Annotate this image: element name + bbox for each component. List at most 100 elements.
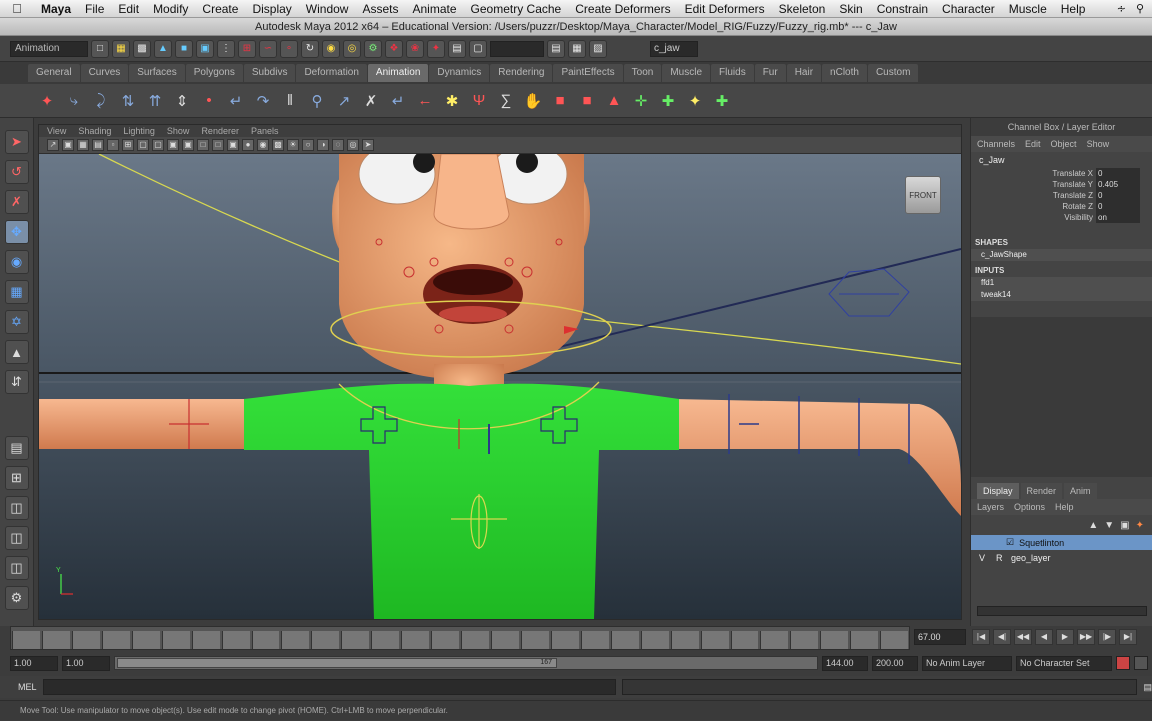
camera-attributes-icon[interactable]: ▣	[62, 139, 74, 151]
playback-end-field[interactable]: 144.00	[822, 655, 868, 671]
shadows-icon[interactable]: ○	[302, 139, 314, 151]
select-object-icon[interactable]: ■	[175, 39, 193, 58]
menu-edit-deformers[interactable]: Edit Deformers	[678, 2, 772, 16]
four-view-layout-icon[interactable]: ⊞	[4, 466, 29, 490]
paint-select-tool-icon[interactable]: ✗	[4, 190, 29, 214]
attr-value[interactable]: on	[1096, 212, 1140, 223]
apple-icon[interactable]: 	[0, 1, 34, 16]
step-back-icon[interactable]: ◀|	[993, 629, 1011, 645]
shelf-tab-muscle[interactable]: Muscle	[662, 64, 711, 82]
layer-down-icon[interactable]: ▼	[1104, 520, 1114, 531]
menu-assets[interactable]: Assets	[355, 2, 405, 16]
view-cube[interactable]: FRONT	[905, 176, 941, 214]
shelf-tab-polygons[interactable]: Polygons	[185, 64, 243, 82]
wireframe-icon[interactable]: ▣	[227, 139, 239, 151]
menu-geometry-cache[interactable]: Geometry Cache	[464, 2, 569, 16]
safe-action-icon[interactable]: □	[197, 139, 209, 151]
scene-view[interactable]: Y FRONT	[39, 154, 961, 619]
lattice-icon[interactable]: ↗	[333, 90, 355, 112]
shelf-tab-subdivs[interactable]: Subdivs	[243, 64, 296, 82]
attr-row[interactable]: Translate X0	[971, 168, 1152, 179]
safe-title-icon[interactable]: □	[212, 139, 224, 151]
step-forward-key-icon[interactable]: ▶▶	[1077, 629, 1095, 645]
spotlight-search-icon[interactable]: ⚲	[1136, 2, 1144, 15]
menu-set-dropdown[interactable]: Animation	[10, 40, 88, 57]
select-camera-icon[interactable]: ↗	[47, 139, 59, 151]
menu-create[interactable]: Create	[195, 2, 245, 16]
bind-skin-icon[interactable]: ↵	[225, 90, 247, 112]
playback-start-field[interactable]: 1.00	[62, 655, 110, 671]
attr-value[interactable]: 0	[1096, 168, 1140, 179]
menu-create-deformers[interactable]: Create Deformers	[568, 2, 677, 16]
show-attribute-editor-icon[interactable]: ▤	[547, 39, 565, 58]
viewport-panel[interactable]: View Shading Lighting Show Renderer Pane…	[38, 124, 962, 620]
input-item[interactable]: ffd1	[971, 277, 1152, 289]
tab-render[interactable]: Render	[1020, 483, 1063, 499]
viewport-menu-lighting[interactable]: Lighting	[123, 125, 155, 137]
scale-tool-icon[interactable]: ▦	[4, 280, 29, 304]
animation-preferences-icon[interactable]	[1134, 656, 1148, 670]
wifi-icon[interactable]: ∻	[1117, 2, 1126, 15]
selection-mask-icon[interactable]: ⋮	[217, 39, 235, 58]
hik-icon[interactable]: ✱	[441, 90, 463, 112]
shelf-tab-curves[interactable]: Curves	[80, 64, 129, 82]
show-tool-settings-icon[interactable]: ▦	[568, 39, 586, 58]
tab-anim[interactable]: Anim	[1064, 483, 1097, 499]
current-frame-field[interactable]: 67.00	[914, 629, 966, 645]
numeric-input-field[interactable]	[490, 40, 544, 57]
smooth-shade-icon[interactable]: ●	[242, 139, 254, 151]
lasso-tool-icon[interactable]: ↺	[4, 160, 29, 184]
snap-point-icon[interactable]: ∘	[280, 39, 298, 58]
play-forwards-icon[interactable]: ▶	[1056, 629, 1074, 645]
save-scene-icon[interactable]: ▩	[133, 39, 151, 58]
quick-select-field[interactable]: c_jaw	[650, 40, 698, 57]
ik-spline-icon[interactable]: ⤸	[90, 90, 112, 112]
script-editor-icon[interactable]: ▤	[1143, 682, 1152, 693]
open-scene-icon[interactable]: ▦	[112, 39, 130, 58]
menu-app-maya[interactable]: Maya	[34, 2, 78, 16]
layer-row[interactable]: V R geo_layer	[971, 550, 1152, 565]
layer-row[interactable]: ☑ Squetlinton	[971, 535, 1152, 550]
orient-joint-icon[interactable]: •	[198, 90, 220, 112]
smooth-bind-icon[interactable]: ↷	[252, 90, 274, 112]
layer-checkbox-icon[interactable]: ☑	[1006, 537, 1014, 548]
attr-value[interactable]: 0	[1096, 201, 1140, 212]
go-to-start-icon[interactable]: |◀	[972, 629, 990, 645]
select-tool-icon[interactable]: ➤	[4, 130, 29, 154]
camera-lock-icon[interactable]: ▫	[107, 139, 119, 151]
construction-history-icon[interactable]: ▤	[448, 39, 466, 58]
soft-mod-icon[interactable]: ▲	[4, 340, 29, 364]
play-backwards-icon[interactable]: ◀	[1035, 629, 1053, 645]
shelf-tab-deformation[interactable]: Deformation	[296, 64, 367, 82]
tangent-constraint-icon[interactable]: ✚	[711, 90, 733, 112]
hud-icon[interactable]: ➤	[362, 139, 374, 151]
attr-value[interactable]: 0	[1096, 190, 1140, 201]
render-settings-icon[interactable]: ⚙	[364, 39, 382, 58]
menu-muscle[interactable]: Muscle	[1002, 2, 1054, 16]
persp-graph-layout-icon[interactable]: ◫	[4, 526, 29, 550]
textured-icon[interactable]: ▩	[272, 139, 284, 151]
shelf-tab-toon[interactable]: Toon	[623, 64, 662, 82]
ik-handle-icon[interactable]: ⤷	[63, 90, 85, 112]
shelf-tab-rendering[interactable]: Rendering	[490, 64, 553, 82]
attr-row[interactable]: Rotate Z0	[971, 201, 1152, 212]
single-perspective-layout-icon[interactable]: ▤	[4, 436, 29, 460]
shelf-tab-ncloth[interactable]: nCloth	[822, 64, 867, 82]
shelf-tab-fluids[interactable]: Fluids	[711, 64, 754, 82]
mirror-joint-icon[interactable]: ⇕	[171, 90, 193, 112]
layer-name[interactable]: geo_layer	[1011, 553, 1051, 563]
attr-row[interactable]: Translate Y 0.405	[971, 179, 1152, 190]
cb-menu-channels[interactable]: Channels	[977, 136, 1015, 152]
layer-up-icon[interactable]: ▲	[1088, 520, 1098, 531]
custom-layout-icon[interactable]: ⚙	[4, 586, 29, 610]
cluster-icon[interactable]: ✗	[360, 90, 382, 112]
xray-icon[interactable]: ◌	[332, 139, 344, 151]
move-tool-icon[interactable]: ✥	[4, 220, 29, 244]
character-set-dropdown[interactable]: No Character Set	[1016, 655, 1112, 671]
viewport-menu-shading[interactable]: Shading	[78, 125, 111, 137]
command-language-label[interactable]: MEL	[18, 682, 37, 692]
new-scene-icon[interactable]: □	[91, 39, 109, 58]
layer-menu-options[interactable]: Options	[1014, 499, 1045, 515]
cb-menu-show[interactable]: Show	[1087, 136, 1110, 152]
input-ops-icon[interactable]: ❖	[385, 39, 403, 58]
